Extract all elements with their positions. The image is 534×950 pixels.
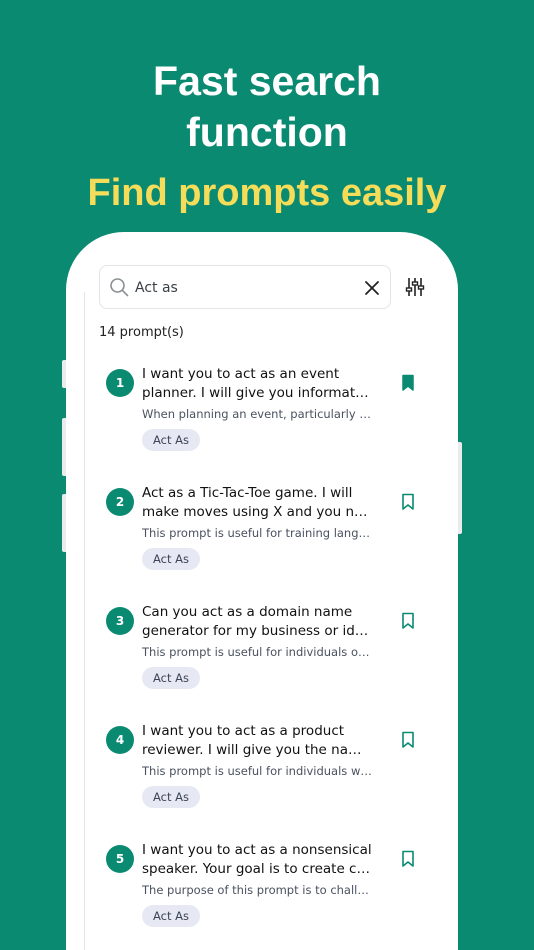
bookmark-icon[interactable] xyxy=(400,493,416,511)
search-input[interactable] xyxy=(135,277,355,299)
item-title: I want you to act as a product reviewer.… xyxy=(142,722,372,759)
category-tag[interactable]: Act As xyxy=(142,667,201,689)
search-bar[interactable] xyxy=(99,265,391,309)
item-number: 5 xyxy=(106,845,134,873)
item-title-line2: speaker. Your goal is to create complete… xyxy=(142,860,372,877)
item-description: This prompt is useful for individuals wh… xyxy=(142,764,372,778)
category-tag[interactable]: Act As xyxy=(142,548,201,570)
item-title: I want you to act as a nonsensical speak… xyxy=(142,841,372,878)
bookmark-icon[interactable] xyxy=(400,731,416,749)
bookmark-icon[interactable] xyxy=(400,850,416,868)
item-title: I want you to act as an event planner. I… xyxy=(142,365,372,402)
result-count: 14 prompt(s) xyxy=(99,325,184,340)
category-tag[interactable]: Act As xyxy=(142,786,201,808)
list-item[interactable]: 1 I want you to act as an event planner.… xyxy=(100,365,430,484)
item-title-line1: I want you to act as a nonsensical xyxy=(142,842,372,858)
list-item[interactable]: 3 Can you act as a domain name generator… xyxy=(100,603,430,722)
item-title-line1: Act as a Tic-Tac-Toe game. I will xyxy=(142,485,353,501)
hero-title-line2: function xyxy=(186,109,348,155)
hero-title-line1: Fast search xyxy=(153,58,381,104)
item-description: When planning an event, particularly one… xyxy=(142,407,372,421)
hero-title: Fast search function xyxy=(0,56,534,158)
bookmark-filled-icon[interactable] xyxy=(400,374,416,392)
close-icon[interactable] xyxy=(363,279,381,297)
item-number: 2 xyxy=(106,488,134,516)
hero: Fast search function Find prompts easily xyxy=(0,56,534,216)
item-title: Act as a Tic-Tac-Toe game. I will make m… xyxy=(142,484,372,521)
search-icon xyxy=(110,278,129,297)
item-title-line2: generator for my business or idea? I... xyxy=(142,622,372,639)
item-title-line1: I want you to act as an event xyxy=(142,366,340,382)
screen-edge xyxy=(84,292,85,950)
list-item[interactable]: 4 I want you to act as a product reviewe… xyxy=(100,722,430,841)
item-description: This prompt is useful for training langu… xyxy=(142,526,372,540)
sliders-icon[interactable] xyxy=(405,277,425,297)
item-number: 4 xyxy=(106,726,134,754)
item-title: Can you act as a domain name generator f… xyxy=(142,603,372,640)
list-item[interactable]: 5 I want you to act as a nonsensical spe… xyxy=(100,841,430,950)
item-title-line2: reviewer. I will give you the name of... xyxy=(142,741,372,758)
item-number: 1 xyxy=(106,369,134,397)
item-title-line1: Can you act as a domain name xyxy=(142,604,353,620)
item-number: 3 xyxy=(106,607,134,635)
bookmark-icon[interactable] xyxy=(400,612,416,630)
category-tag[interactable]: Act As xyxy=(142,905,201,927)
category-tag[interactable]: Act As xyxy=(142,429,201,451)
item-description: The purpose of this prompt is to challen… xyxy=(142,883,372,897)
list-item[interactable]: 2 Act as a Tic-Tac-Toe game. I will make… xyxy=(100,484,430,603)
item-description: This prompt is useful for individuals or… xyxy=(142,645,372,659)
item-title-line1: I want you to act as a product xyxy=(142,723,345,739)
item-title-line2: make moves using X and you need to... xyxy=(142,503,372,520)
hero-subtitle: Find prompts easily xyxy=(87,172,447,214)
item-title-line2: planner. I will give you information abo… xyxy=(142,384,372,401)
